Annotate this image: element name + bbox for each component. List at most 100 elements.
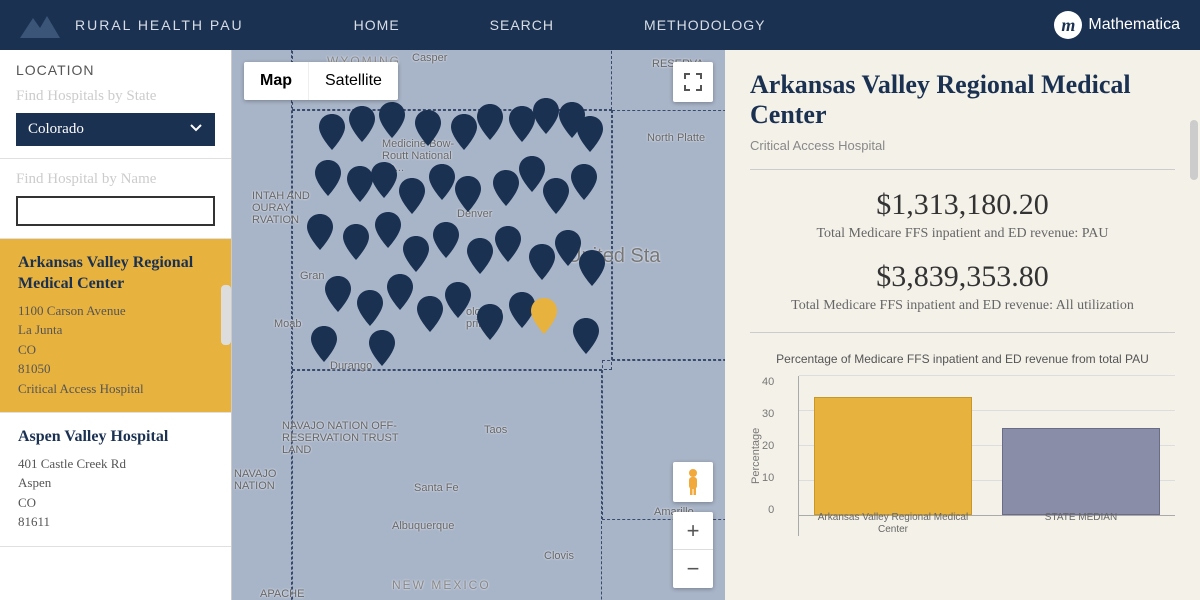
map-pin[interactable] [371,162,397,198]
detail-title: Arkansas Valley Regional Medical Center [750,70,1175,130]
map-pin[interactable] [495,226,521,262]
company-logo[interactable]: m Mathematica [1054,11,1180,39]
plot-area: Arkansas Valley Regional Medical CenterS… [798,376,1175,536]
map-pin[interactable] [369,330,395,366]
map-pin[interactable] [357,290,383,326]
map-pin[interactable] [519,156,545,192]
hospital-type: Critical Access Hospital [18,379,213,399]
map-pin[interactable] [415,110,441,146]
map-pin[interactable] [543,178,569,214]
map-type-toggle: Map Satellite [244,62,398,100]
map-pin[interactable] [571,164,597,200]
hospital-list: Arkansas Valley Regional Medical Center … [0,239,231,547]
nav-search[interactable]: SEARCH [490,17,554,33]
hospital-item[interactable]: Aspen Valley Hospital 401 Castle Creek R… [0,413,231,547]
map-type-map[interactable]: Map [244,62,309,100]
chart: Percentage of Medicare FFS inpatient and… [750,351,1175,536]
hospital-state: CO [18,493,213,513]
map-pin[interactable] [315,160,341,196]
sidebar: LOCATION Find Hospitals by State Colorad… [0,50,232,600]
name-label: Find Hospital by Name [16,171,215,188]
chevron-down-icon [189,121,203,138]
map-pin[interactable] [429,164,455,200]
hospital-name-input[interactable] [16,196,215,226]
y-axis-label: Percentage [750,376,762,536]
divider [750,332,1175,333]
map-pin[interactable] [445,282,471,318]
detail-subtype: Critical Access Hospital [750,138,1175,153]
fullscreen-icon [684,73,702,91]
state-label: Find Hospitals by State [16,88,215,105]
zoom-controls: + − [673,512,713,588]
map-pin[interactable] [493,170,519,206]
pegman-icon [683,468,703,496]
zoom-out-button[interactable]: − [673,550,713,588]
detail-panel: Arkansas Valley Regional Medical Center … [725,50,1200,600]
chart-title: Percentage of Medicare FFS inpatient and… [750,351,1175,368]
x-axis-labels: Arkansas Valley Regional Medical CenterS… [799,512,1175,536]
map-pin[interactable] [533,98,559,134]
map-pin[interactable] [509,106,535,142]
map-pin[interactable] [417,296,443,332]
map-pin[interactable] [379,102,405,138]
hospital-name: Aspen Valley Hospital [18,427,213,448]
header: RURAL HEALTH PAU HOME SEARCH METHODOLOGY… [0,0,1200,50]
map-pin[interactable] [577,116,603,152]
hospital-city: Aspen [18,473,213,493]
map-pin[interactable] [451,114,477,150]
hospital-city: La Junta [18,320,213,340]
chart-bar [814,397,972,515]
nav-home[interactable]: HOME [354,17,400,33]
stat-all-value: $3,839,353.80 [750,260,1175,294]
map-pin[interactable] [375,212,401,248]
map-pin[interactable] [573,318,599,354]
hospital-zip: 81050 [18,359,213,379]
map-pin[interactable] [555,230,581,266]
nav-methodology[interactable]: METHODOLOGY [644,17,765,33]
map-pin[interactable] [579,250,605,286]
stat-pau-label: Total Medicare FFS inpatient and ED reve… [750,226,1175,242]
map-pin[interactable] [325,276,351,312]
map-pin[interactable] [399,178,425,214]
brand-title: RURAL HEALTH PAU [75,17,244,33]
zoom-in-button[interactable]: + [673,512,713,550]
map-pin[interactable] [433,222,459,258]
map-pin[interactable] [467,238,493,274]
map-pin[interactable] [477,304,503,340]
map-pin[interactable] [387,274,413,310]
map[interactable]: WYOMING Casper Medicine Bow-Routt Nation… [232,50,725,600]
map-pin[interactable] [349,106,375,142]
stat-all-label: Total Medicare FFS inpatient and ED reve… [750,298,1175,314]
main-nav: HOME SEARCH METHODOLOGY [354,17,766,33]
map-pin[interactable] [403,236,429,272]
mountain-logo-icon [20,13,60,38]
divider [750,169,1175,170]
streetview-button[interactable] [673,462,713,502]
map-pin[interactable] [455,176,481,212]
company-mark-icon: m [1054,11,1082,39]
company-name: Mathematica [1088,16,1180,34]
map-type-satellite[interactable]: Satellite [309,62,398,100]
map-pin[interactable] [343,224,369,260]
map-pin[interactable] [307,214,333,250]
chart-bar [1002,428,1160,515]
map-pin[interactable] [311,326,337,362]
sidebar-title: LOCATION [16,62,215,78]
detail-scrollbar[interactable] [1190,120,1198,180]
y-axis-ticks: 403020100 [762,376,778,536]
hospital-item[interactable]: Arkansas Valley Regional Medical Center … [0,239,231,413]
map-pin[interactable] [347,166,373,202]
map-pin-selected[interactable] [531,298,557,334]
map-pin[interactable] [529,244,555,280]
state-select[interactable]: Colorado [16,113,215,146]
fullscreen-button[interactable] [673,62,713,102]
stat-pau-value: $1,313,180.20 [750,188,1175,222]
hospital-state: CO [18,340,213,360]
hospital-addr: 401 Castle Creek Rd [18,454,213,474]
hospital-addr: 1100 Carson Avenue [18,301,213,321]
map-pin[interactable] [477,104,503,140]
state-value: Colorado [28,121,84,138]
map-pin[interactable] [319,114,345,150]
hospital-zip: 81611 [18,512,213,532]
sidebar-scrollbar[interactable] [221,285,231,345]
